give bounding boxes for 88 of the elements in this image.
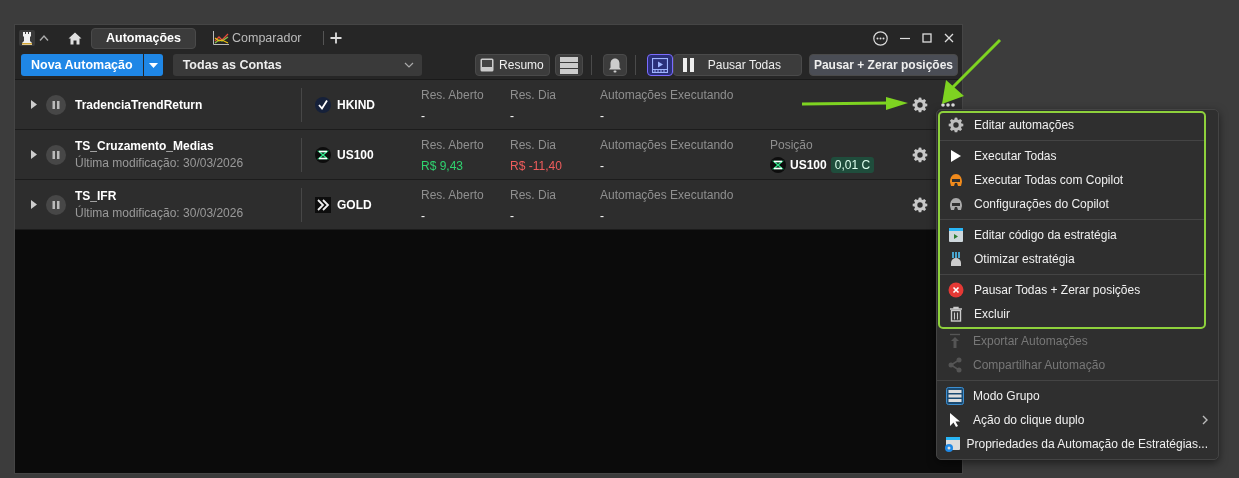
- menu-item[interactable]: Pausar Todas + Zerar posições: [938, 278, 1204, 302]
- account-dropdown[interactable]: Todas as Contas: [172, 54, 422, 76]
- helmet-icon: [948, 196, 964, 212]
- video-button[interactable]: [646, 54, 673, 76]
- settings-icon[interactable]: [912, 96, 928, 113]
- list-icon: [946, 387, 964, 405]
- automation-row[interactable]: TradenciaTrendReturn HKIND Res. Aberto - Res. Dia - Automações Executando -: [15, 80, 962, 130]
- metric-label: Automações Executando: [600, 137, 735, 152]
- metric-label: Res. Dia: [510, 187, 557, 202]
- bell-button[interactable]: [602, 54, 627, 76]
- add-icon[interactable]: [329, 32, 342, 44]
- symbol-code: GOLD: [337, 197, 372, 212]
- home-icon[interactable]: [68, 31, 82, 45]
- modified-date: Última modificação: 30/03/2026: [75, 206, 245, 220]
- expand-icon[interactable]: [31, 150, 38, 159]
- metric-value: -: [421, 208, 425, 223]
- share-icon: [947, 357, 963, 373]
- metric-label: Automações Executando: [600, 87, 735, 102]
- close-circle-icon: [948, 282, 964, 298]
- metric-value: -: [600, 208, 604, 223]
- symbol-code: HKIND: [337, 97, 375, 112]
- arrows-logo-icon: [315, 196, 331, 213]
- menu-item[interactable]: Excluir: [938, 302, 1204, 326]
- pause-all-button[interactable]: Pausar Todas: [672, 54, 802, 76]
- helmet-icon: [948, 172, 964, 188]
- new-automation-button[interactable]: Nova Automação: [21, 54, 143, 76]
- close-icon[interactable]: [944, 33, 954, 43]
- menu-item[interactable]: Otimizar estratégia: [938, 247, 1204, 271]
- window-gear-icon: [943, 436, 960, 452]
- trash-icon: [948, 306, 964, 322]
- tab[interactable]: Automações: [91, 27, 197, 49]
- more-icon[interactable]: [873, 30, 888, 46]
- metric-value: -: [421, 108, 425, 123]
- pause-button[interactable]: [46, 144, 66, 165]
- automation-name: TradenciaTrendReturn: [75, 97, 204, 112]
- cursor-icon: [947, 412, 963, 428]
- settings-icon[interactable]: [912, 196, 928, 213]
- chart-icon: [213, 31, 230, 45]
- list-button[interactable]: [554, 54, 583, 76]
- video-icon: [651, 57, 668, 73]
- pause-button[interactable]: [46, 94, 66, 115]
- metric-label: Res. Aberto: [421, 137, 485, 152]
- metric-label: Res. Dia: [510, 137, 557, 152]
- metric-value: -: [510, 208, 514, 223]
- metric-label: Res. Dia: [510, 87, 557, 102]
- upload-icon: [947, 333, 963, 349]
- bell-icon: [607, 57, 622, 73]
- symbol-logo-icon: [770, 156, 786, 173]
- dropdown-button[interactable]: [143, 54, 163, 76]
- metric-label: Automações Executando: [600, 187, 735, 202]
- metric-label: Res. Aberto: [421, 187, 485, 202]
- symbol-code: US100: [790, 157, 827, 172]
- expand-icon[interactable]: [31, 200, 38, 209]
- more-icon[interactable]: [941, 102, 955, 107]
- menu-item[interactable]: Modo Grupo: [937, 384, 1218, 408]
- chevron-down-icon: [403, 62, 414, 68]
- check-logo-icon: [315, 96, 331, 113]
- code-window-icon: [948, 227, 964, 243]
- chevron-up-icon[interactable]: [39, 34, 49, 42]
- metric-value: R$ -11,40: [510, 158, 562, 173]
- automation-name: TS_IFR: [75, 189, 118, 203]
- metric-label: Posição: [770, 137, 814, 152]
- chevron-right-icon: [1202, 415, 1208, 425]
- metric-value: -: [600, 158, 604, 173]
- metric-value: R$ 9,43: [421, 158, 464, 173]
- panel-icon: [480, 58, 495, 72]
- caret-icon: [148, 62, 158, 68]
- expand-icon[interactable]: [31, 100, 38, 109]
- maximize-icon[interactable]: [922, 33, 932, 43]
- metric-value: -: [510, 108, 514, 123]
- summary-button[interactable]: Resumo: [475, 54, 550, 76]
- list-icon: [559, 56, 578, 74]
- menu-item[interactable]: Ação do clique duplo: [937, 408, 1218, 432]
- rook-logo[interactable]: [18, 29, 36, 47]
- automation-name: TS_Cruzamento_Medias: [75, 139, 215, 153]
- pause-and-close-button[interactable]: Pausar + Zerar posições: [808, 54, 958, 76]
- pause-icon: [682, 58, 694, 72]
- settings-icon[interactable]: [912, 146, 928, 163]
- quantity-badge: 0,01 C: [830, 156, 875, 173]
- metric-value: -: [600, 108, 604, 123]
- modified-date: Última modificação: 30/03/2026: [75, 156, 245, 170]
- tab[interactable]: Comparador: [201, 27, 314, 49]
- symbol-code: US100: [337, 147, 374, 162]
- metric-label: Res. Aberto: [421, 87, 485, 102]
- pause-button[interactable]: [46, 194, 66, 215]
- gear-icon: [948, 117, 964, 133]
- menu-item[interactable]: Propriedades da Automação de Estratégias...: [937, 432, 1218, 456]
- symbol-logo-icon: [315, 146, 331, 163]
